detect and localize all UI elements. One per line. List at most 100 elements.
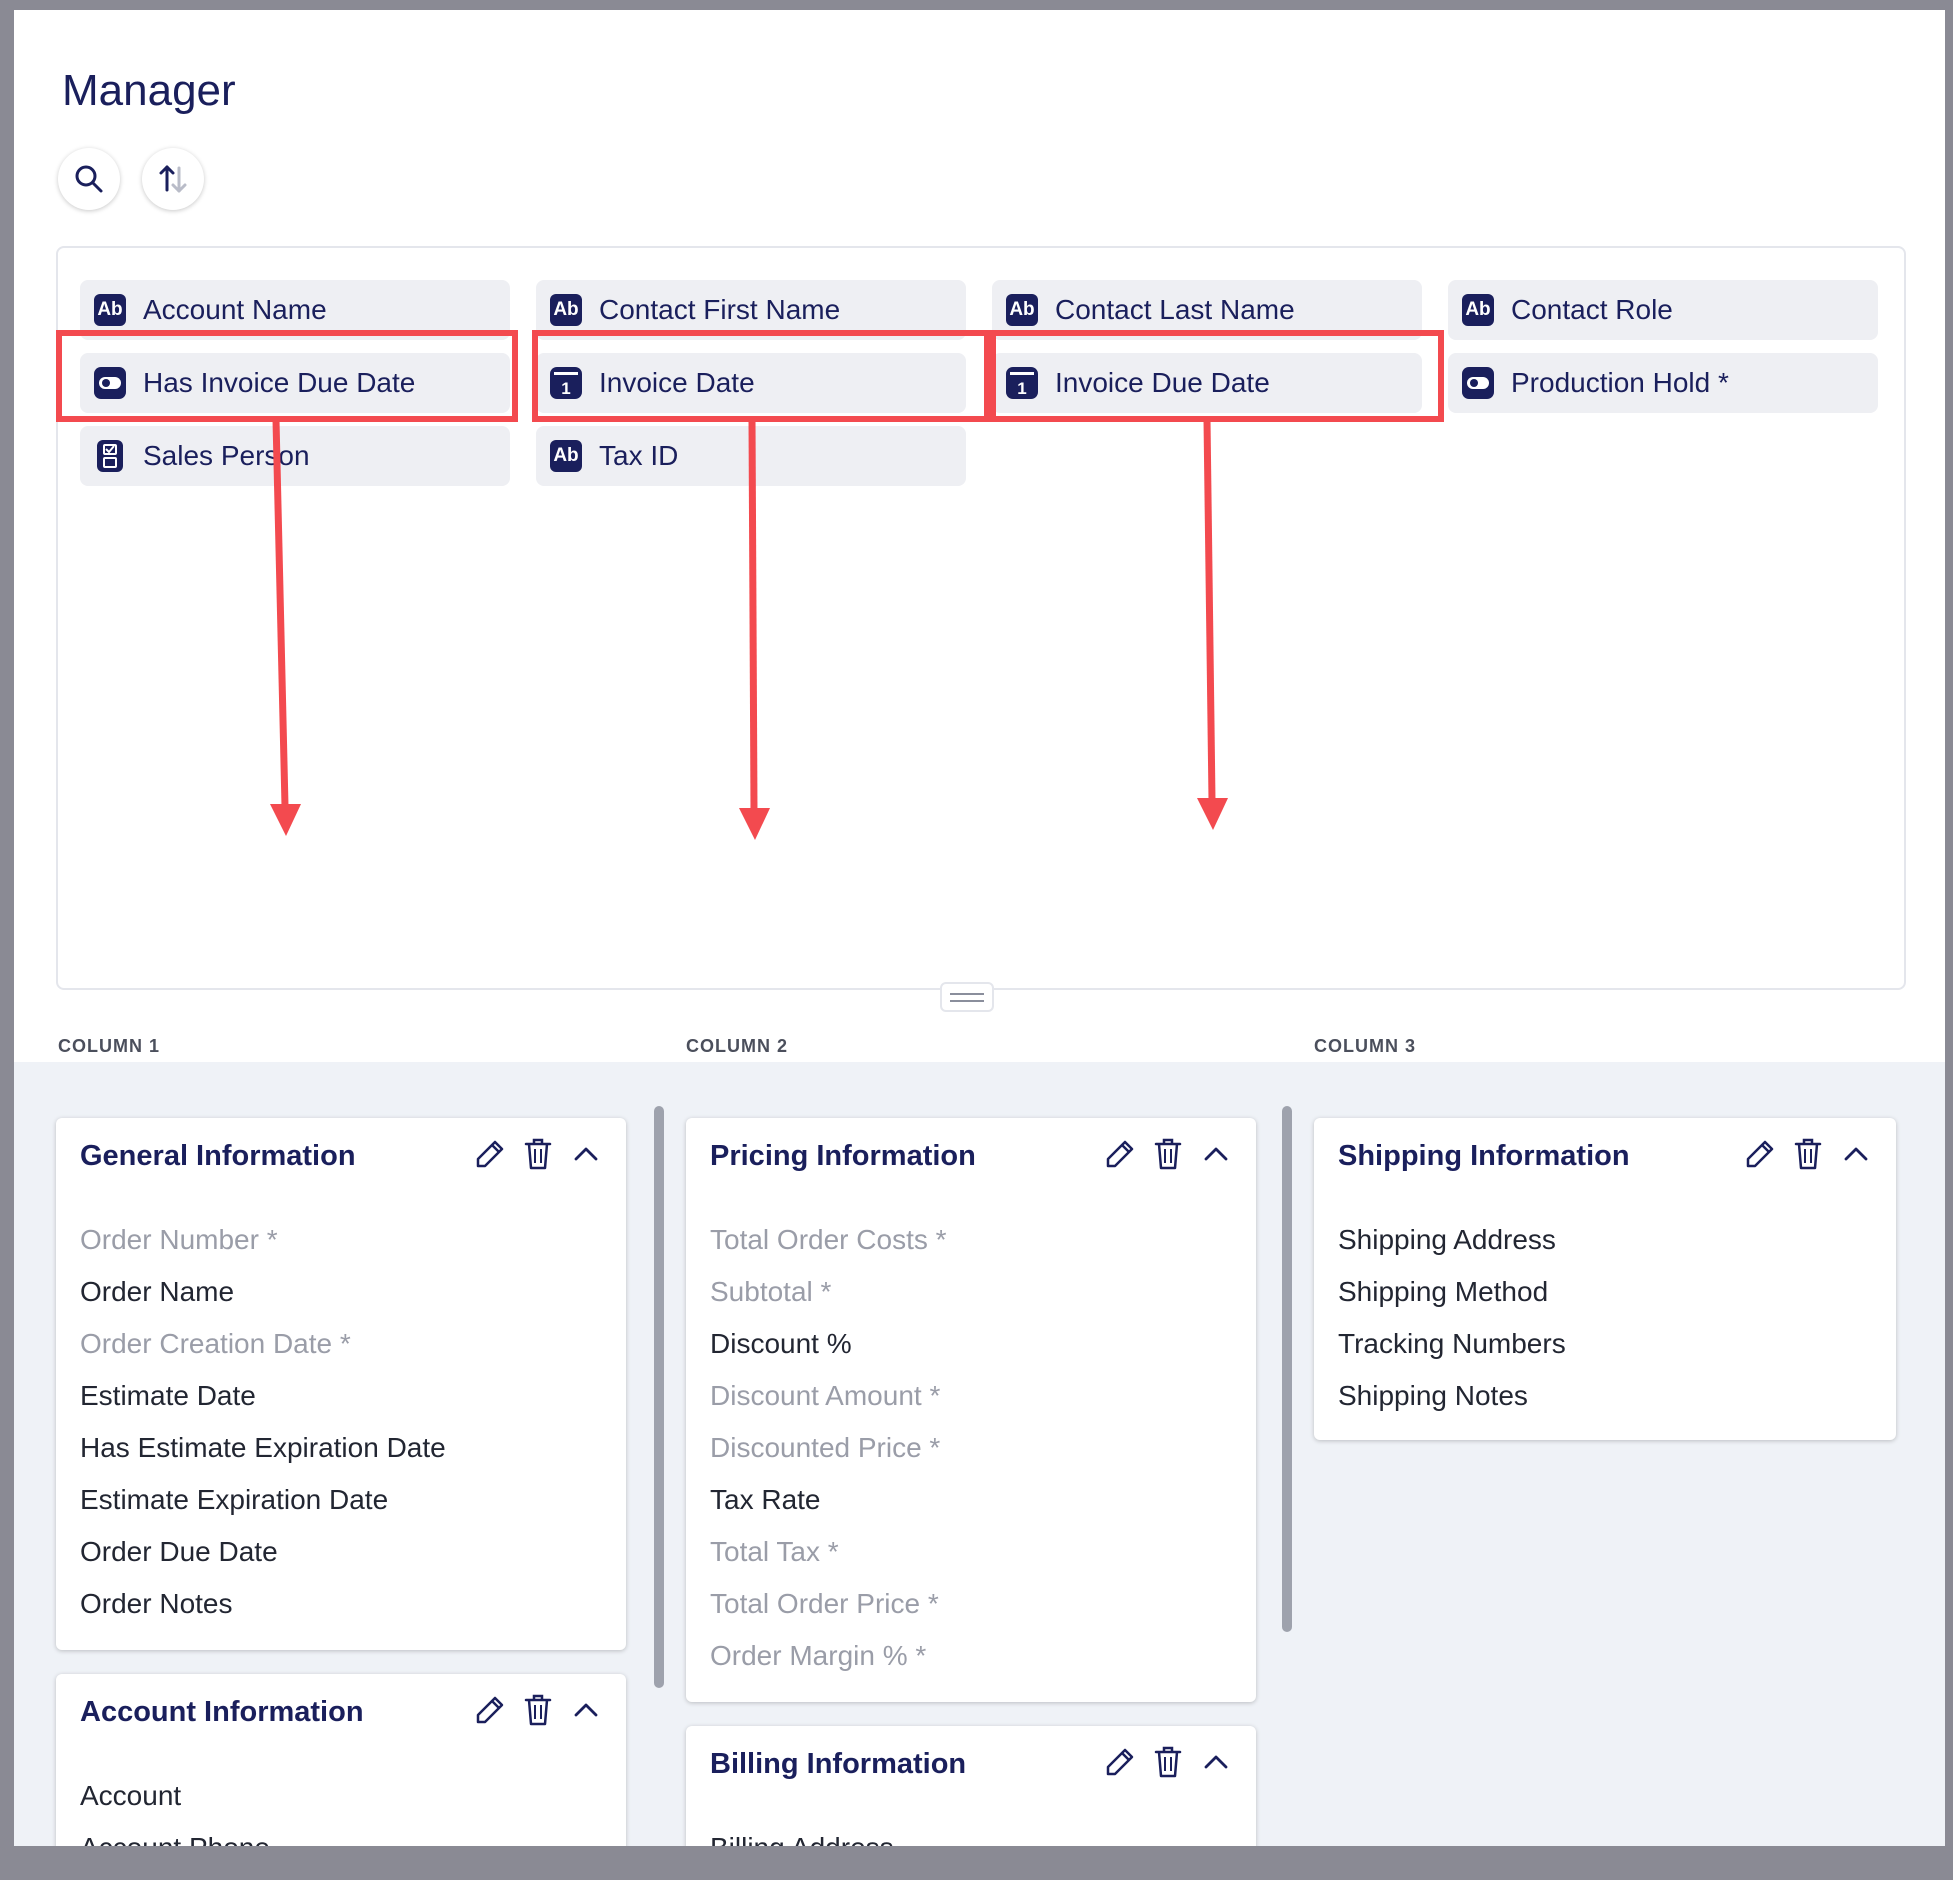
section-title: General Information bbox=[80, 1140, 356, 1172]
pencil-icon bbox=[1106, 1748, 1134, 1776]
svg-text:1: 1 bbox=[561, 379, 570, 398]
section-field-order-name[interactable]: Order Name bbox=[80, 1266, 446, 1318]
svg-text:1: 1 bbox=[1017, 379, 1026, 398]
section-field-billing-address[interactable]: Billing Address bbox=[710, 1822, 894, 1846]
section-field-order-number[interactable]: Order Number * bbox=[80, 1214, 446, 1266]
palette-chip-has-invoice-due-date[interactable]: Has Invoice Due Date bbox=[80, 353, 510, 413]
section-field-discount-percent[interactable]: Discount % bbox=[710, 1318, 947, 1370]
pencil-icon bbox=[476, 1696, 504, 1724]
section-card-general-information: General Information Order Number * Order… bbox=[56, 1118, 626, 1650]
palette-chip-contact-last-name[interactable]: Ab Contact Last Name bbox=[992, 280, 1422, 340]
palette-chip-invoice-date[interactable]: 1 Invoice Date bbox=[536, 353, 966, 413]
section-field-order-margin-percent[interactable]: Order Margin % * bbox=[710, 1630, 947, 1682]
section-field-estimate-expiration-date[interactable]: Estimate Expiration Date bbox=[80, 1474, 446, 1526]
section-field-account-phone[interactable]: Account Phone bbox=[80, 1822, 270, 1846]
pencil-icon bbox=[1106, 1140, 1134, 1168]
section-field-shipping-method[interactable]: Shipping Method bbox=[1338, 1266, 1566, 1318]
palette-chip-contact-role[interactable]: Ab Contact Role bbox=[1448, 280, 1878, 340]
edit-section-button[interactable] bbox=[474, 1136, 506, 1172]
search-icon bbox=[75, 165, 103, 193]
pencil-icon bbox=[476, 1140, 504, 1168]
calendar-type-icon: 1 bbox=[550, 367, 582, 399]
trash-icon bbox=[1794, 1138, 1822, 1170]
column-label: COLUMN 1 bbox=[58, 1036, 160, 1056]
section-title: Shipping Information bbox=[1338, 1140, 1630, 1172]
section-field-order-due-date[interactable]: Order Due Date bbox=[80, 1526, 446, 1578]
delete-section-button[interactable] bbox=[522, 1136, 554, 1172]
edit-section-button[interactable] bbox=[474, 1692, 506, 1728]
section-field-shipping-address[interactable]: Shipping Address bbox=[1338, 1214, 1566, 1266]
section-title: Account Information bbox=[80, 1696, 364, 1728]
section-field-subtotal[interactable]: Subtotal * bbox=[710, 1266, 947, 1318]
palette-chip-sales-person[interactable]: Sales Person bbox=[80, 426, 510, 486]
column-scrollbar[interactable] bbox=[654, 1106, 664, 1688]
section-field-shipping-notes[interactable]: Shipping Notes bbox=[1338, 1370, 1566, 1422]
delete-section-button[interactable] bbox=[1792, 1136, 1824, 1172]
palette-chip-production-hold[interactable]: Production Hold * bbox=[1448, 353, 1878, 413]
column-label: COLUMN 3 bbox=[1314, 1036, 1416, 1056]
section-field-estimate-date[interactable]: Estimate Date bbox=[80, 1370, 446, 1422]
text-type-icon: Ab bbox=[94, 294, 126, 326]
palette-chip-tax-id[interactable]: Ab Tax ID bbox=[536, 426, 966, 486]
palette-chip-contact-first-name[interactable]: Ab Contact First Name bbox=[536, 280, 966, 340]
layout-columns-area: General Information Order Number * Order… bbox=[14, 1062, 1945, 1846]
chevron-up-icon bbox=[1204, 1755, 1228, 1769]
delete-section-button[interactable] bbox=[1152, 1136, 1184, 1172]
pencil-icon bbox=[1746, 1140, 1774, 1168]
trash-icon bbox=[524, 1138, 552, 1170]
section-field-total-order-costs[interactable]: Total Order Costs * bbox=[710, 1214, 947, 1266]
collapse-section-button[interactable] bbox=[570, 1136, 602, 1172]
collapse-section-button[interactable] bbox=[570, 1692, 602, 1728]
text-type-icon: Ab bbox=[1462, 294, 1494, 326]
section-field-total-tax[interactable]: Total Tax * bbox=[710, 1526, 947, 1578]
column-scrollbar[interactable] bbox=[1282, 1106, 1292, 1632]
field-palette: Ab Account Name Ab Contact First Name Ab… bbox=[56, 246, 1906, 990]
page-title: Manager bbox=[62, 66, 236, 115]
trash-icon bbox=[1154, 1746, 1182, 1778]
section-field-order-notes[interactable]: Order Notes bbox=[80, 1578, 446, 1630]
edit-section-button[interactable] bbox=[1744, 1136, 1776, 1172]
palette-resize-handle[interactable] bbox=[940, 982, 994, 1012]
collapse-section-button[interactable] bbox=[1840, 1136, 1872, 1172]
delete-section-button[interactable] bbox=[522, 1692, 554, 1728]
text-type-icon: Ab bbox=[550, 294, 582, 326]
section-field-account[interactable]: Account bbox=[80, 1770, 270, 1822]
edit-section-button[interactable] bbox=[1104, 1136, 1136, 1172]
section-field-total-order-price[interactable]: Total Order Price * bbox=[710, 1578, 947, 1630]
edit-section-button[interactable] bbox=[1104, 1744, 1136, 1780]
collapse-section-button[interactable] bbox=[1200, 1136, 1232, 1172]
section-title: Pricing Information bbox=[710, 1140, 976, 1172]
trash-icon bbox=[1154, 1138, 1182, 1170]
section-field-order-creation-date[interactable]: Order Creation Date * bbox=[80, 1318, 446, 1370]
select-type-icon bbox=[94, 440, 126, 472]
chevron-up-icon bbox=[574, 1147, 598, 1161]
calendar-type-icon: 1 bbox=[1006, 367, 1038, 399]
search-button[interactable] bbox=[58, 148, 120, 210]
section-card-pricing-information: Pricing Information Total Order Costs * … bbox=[686, 1118, 1256, 1702]
sort-button[interactable] bbox=[142, 148, 204, 210]
section-title: Billing Information bbox=[710, 1748, 967, 1780]
section-card-billing-information: Billing Information Billing Address bbox=[686, 1726, 1256, 1846]
chevron-up-icon bbox=[1844, 1147, 1868, 1161]
collapse-section-button[interactable] bbox=[1200, 1744, 1232, 1780]
chevron-up-icon bbox=[574, 1703, 598, 1717]
delete-section-button[interactable] bbox=[1152, 1744, 1184, 1780]
palette-chip-account-name[interactable]: Ab Account Name bbox=[80, 280, 510, 340]
column-label: COLUMN 2 bbox=[686, 1036, 788, 1056]
section-field-tax-rate[interactable]: Tax Rate bbox=[710, 1474, 947, 1526]
toggle-type-icon bbox=[94, 367, 126, 399]
section-field-discounted-price[interactable]: Discounted Price * bbox=[710, 1422, 947, 1474]
text-type-icon: Ab bbox=[550, 440, 582, 472]
section-field-tracking-numbers[interactable]: Tracking Numbers bbox=[1338, 1318, 1566, 1370]
manager-window: Manager Ab Account Name Ab Contact First… bbox=[14, 10, 1945, 1846]
toggle-type-icon bbox=[1462, 367, 1494, 399]
palette-chip-invoice-due-date[interactable]: 1 Invoice Due Date bbox=[992, 353, 1422, 413]
section-card-account-information: Account Information Account Account Phon… bbox=[56, 1674, 626, 1846]
chevron-up-icon bbox=[1204, 1147, 1228, 1161]
trash-icon bbox=[524, 1694, 552, 1726]
section-field-has-estimate-expiration-date[interactable]: Has Estimate Expiration Date bbox=[80, 1422, 446, 1474]
section-card-shipping-information: Shipping Information Shipping Address Sh… bbox=[1314, 1118, 1896, 1440]
sort-icon bbox=[159, 165, 187, 193]
text-type-icon: Ab bbox=[1006, 294, 1038, 326]
section-field-discount-amount[interactable]: Discount Amount * bbox=[710, 1370, 947, 1422]
